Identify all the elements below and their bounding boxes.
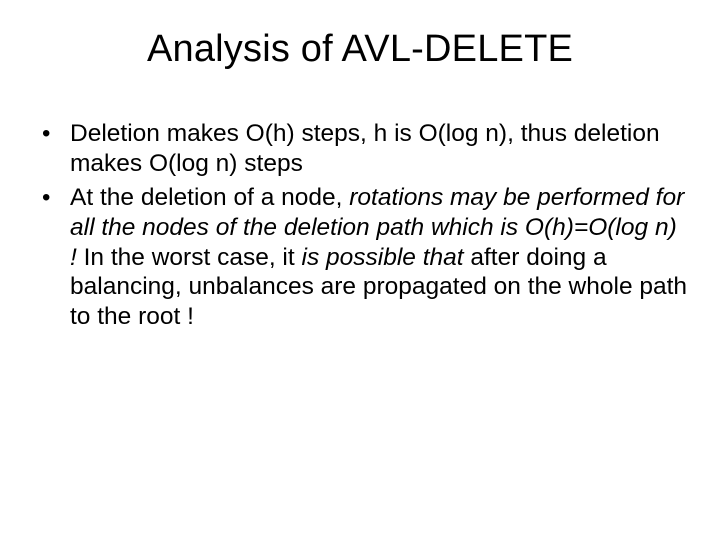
slide-title: Analysis of AVL-DELETE — [30, 28, 690, 71]
slide: Analysis of AVL-DELETE Deletion makes O(… — [0, 0, 720, 540]
bullet-text: Deletion makes O(h) steps, h is O(log n)… — [70, 120, 660, 177]
bullet-text: In the worst case, it — [84, 244, 302, 271]
list-item: Deletion makes O(h) steps, h is O(log n)… — [36, 119, 690, 179]
bullet-text: At the deletion of a node, — [70, 184, 349, 211]
bullet-list: Deletion makes O(h) steps, h is O(log n)… — [30, 119, 690, 332]
list-item: At the deletion of a node, rotations may… — [36, 183, 690, 332]
bullet-text-italic: is possible that — [302, 244, 471, 271]
